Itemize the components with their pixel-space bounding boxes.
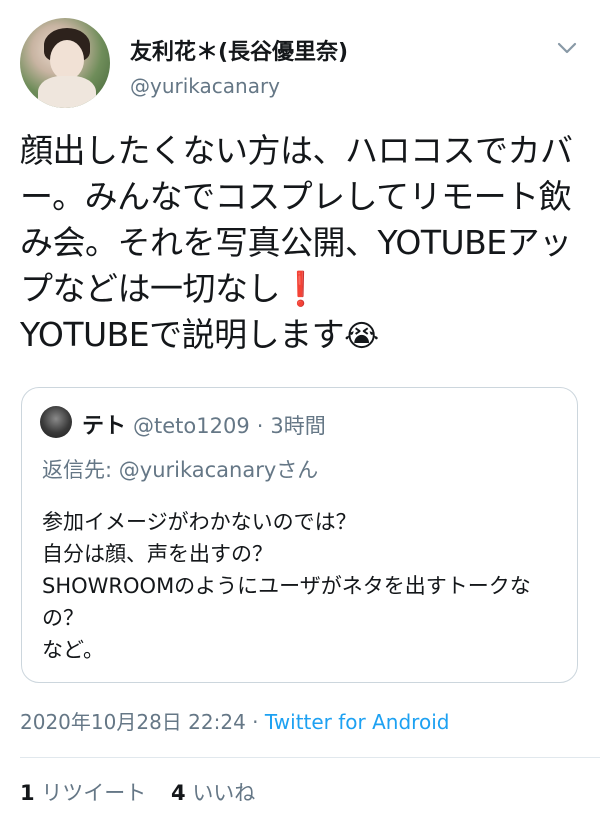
exclamation-emoji-icon: ❗ (280, 269, 321, 308)
quoted-reply-label: 返信先: (42, 458, 113, 482)
quoted-author-avatar (40, 406, 72, 438)
quoted-author-name: テト (82, 414, 127, 439)
stats-divider (20, 757, 600, 758)
timestamp-separator: · (252, 710, 259, 734)
retweet-count: 1 (20, 781, 35, 805)
author-avatar[interactable] (20, 18, 110, 108)
tweet-timestamp: 2020年10月28日 22:24 · Twitter for Android (20, 706, 449, 735)
tweet-source-link[interactable]: Twitter for Android (265, 710, 450, 734)
quoted-author-line: テト @teto1209 · 3時間 (82, 408, 326, 440)
quoted-reply-to-link[interactable]: @yurikacanaryさん (119, 458, 319, 482)
quoted-time: 3時間 (270, 414, 326, 438)
quoted-tweet-text: 参加イメージがわかないのでは？ 自分は顔、声を出すの？ SHOWROOMのように… (42, 510, 531, 662)
like-stat[interactable]: 4 いいね (171, 781, 255, 805)
quoted-separator: · (256, 414, 264, 438)
tweet-header: 友利花＊(長谷優里奈) @yurikacanary (18, 18, 582, 114)
like-label: いいね (192, 781, 256, 805)
tweet-text-line2: YOTUBEで説明します (20, 315, 345, 354)
avatar-body (38, 76, 96, 108)
like-count: 4 (171, 781, 186, 805)
retweet-label: リツイート (41, 781, 147, 805)
quoted-author-handle: @teto1209 (133, 414, 250, 438)
tweet-stats: 1 リツイート 4 いいね (20, 777, 273, 807)
quoted-reply-context: 返信先: @yurikacanaryさん (42, 454, 318, 484)
tweet-body: 顔出したくない方は、ハロコスでカバー。みんなでコスプレしてリモート飲み会。それを… (20, 128, 585, 360)
chevron-down-icon[interactable] (556, 40, 578, 56)
author-display-name[interactable]: 友利花＊(長谷優里奈) (130, 34, 348, 66)
author-handle[interactable]: @yurikacanary (130, 74, 280, 98)
retweet-stat[interactable]: 1 リツイート (20, 781, 146, 805)
tweet-datetime[interactable]: 2020年10月28日 22:24 (20, 710, 246, 734)
crying-face-emoji-icon: 😭 (344, 319, 379, 354)
quoted-tweet-card[interactable]: テト @teto1209 · 3時間 返信先: @yurikacanaryさん … (21, 387, 578, 683)
avatar-face (50, 40, 84, 80)
